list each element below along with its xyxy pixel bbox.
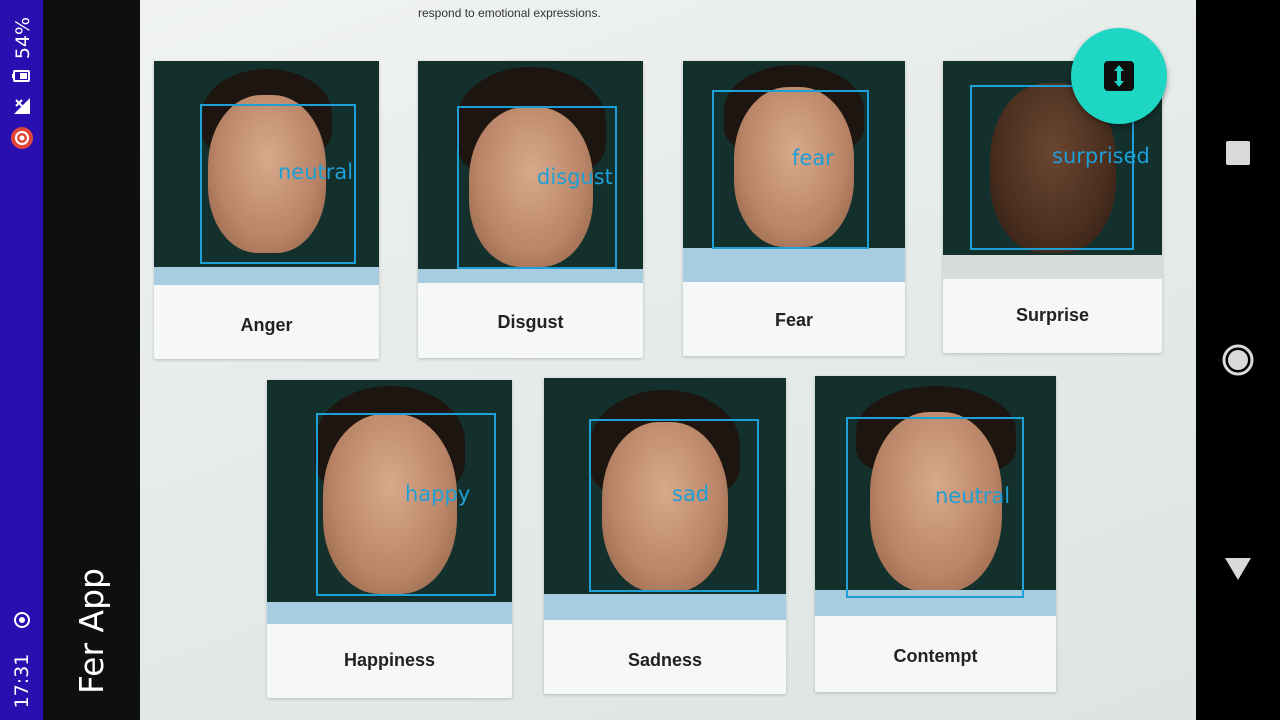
face-detection-box — [200, 104, 356, 264]
card-label: Surprise — [1015, 305, 1090, 325]
app-bar: Fer App — [43, 0, 140, 720]
detection-label: fear — [792, 146, 834, 170]
square-icon[interactable] — [1224, 139, 1252, 167]
face-detection-box — [712, 90, 869, 249]
switch-camera-icon — [1104, 61, 1134, 91]
screen-record-icon — [11, 127, 33, 149]
card-label: Happiness — [343, 650, 436, 670]
detection-label: neutral — [935, 484, 1011, 508]
card-label: Disgust — [497, 312, 564, 332]
detection-label: disgust — [537, 165, 613, 189]
card-label: Anger — [240, 315, 293, 335]
detection-label: neutral — [278, 160, 354, 184]
clock: 17:31 — [11, 653, 33, 709]
card-label: Contempt — [893, 646, 978, 666]
page-header-text: respond to emotional expressions. — [418, 6, 601, 20]
circle-icon[interactable] — [1222, 344, 1254, 376]
card-label: Sadness — [627, 650, 703, 670]
switch-camera-button[interactable] — [1071, 28, 1167, 124]
navigation-bar — [1196, 0, 1280, 720]
app-title: Fer App — [72, 567, 111, 694]
detection-label: surprised — [1052, 144, 1150, 168]
status-bar: 54% 17:31 — [0, 0, 43, 720]
card-label: Fear — [774, 310, 814, 330]
triangle-icon[interactable] — [1224, 556, 1252, 582]
signal-icon — [14, 98, 30, 114]
detection-label: happy — [405, 482, 471, 506]
cast-icon — [14, 612, 30, 628]
battery-icon — [12, 70, 30, 82]
detection-label: sad — [672, 482, 710, 506]
battery-percent: 54% — [12, 16, 34, 60]
camera-preview[interactable]: respond to emotional expressions. Anger … — [140, 0, 1196, 720]
